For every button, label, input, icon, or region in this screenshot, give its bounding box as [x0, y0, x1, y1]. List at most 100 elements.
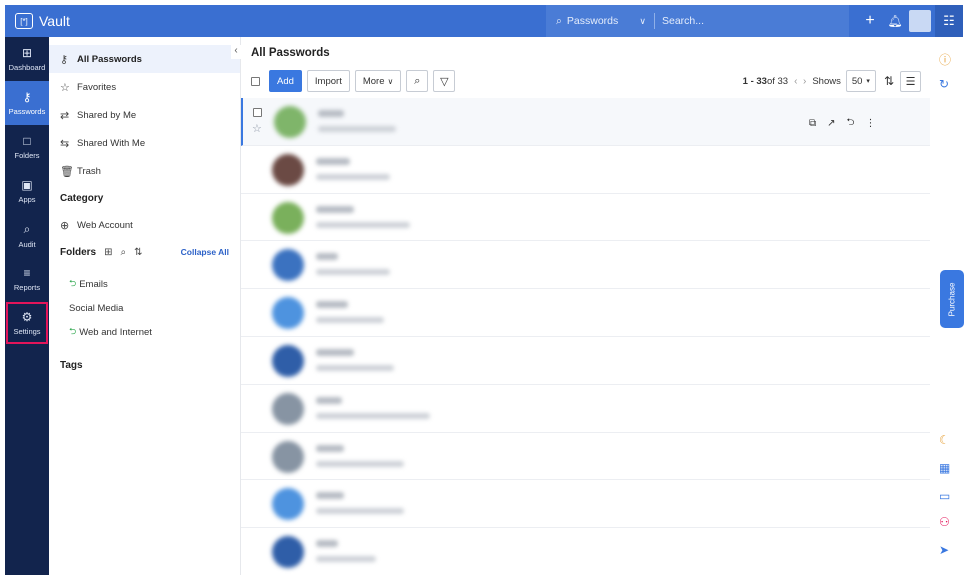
blurred-username: [316, 508, 404, 515]
copy-icon[interactable]: ⧉: [809, 118, 816, 129]
pager-arrows: ‹ ›: [794, 76, 806, 87]
collapse-all-link[interactable]: Collapse All: [181, 247, 229, 257]
menu-button[interactable]: ☰: [900, 70, 921, 92]
table-row[interactable]: [241, 528, 930, 575]
folder-item-web-and-internet[interactable]: ⮌ Web and Internet: [49, 320, 240, 344]
rail-item-folders[interactable]: □ Folders: [5, 125, 49, 169]
page-size-select[interactable]: 50 ▾: [845, 70, 876, 92]
moon-icon[interactable]: ☾: [939, 433, 950, 447]
share-icon: ⮌: [69, 278, 77, 288]
brand[interactable]: [*] Vault: [5, 13, 70, 29]
category-heading: Category: [60, 192, 104, 204]
search-icon[interactable]: ⌕: [121, 247, 127, 258]
user-support-icon[interactable]: ⚇: [939, 515, 950, 529]
avatar: [272, 536, 304, 569]
result-total: of 33: [766, 75, 789, 87]
reports-icon: ≡: [23, 266, 31, 280]
rail-item-passwords[interactable]: ⚷ Passwords: [5, 81, 49, 125]
rail-item-dashboard[interactable]: ⊞ Dashboard: [5, 37, 49, 81]
row-actions: ⧉ ↗ ⮌ ⋮: [809, 115, 887, 132]
avatar: [272, 392, 304, 425]
folder-item-emails[interactable]: ⮌ Emails: [49, 272, 240, 296]
table-row[interactable]: [241, 337, 930, 385]
add-folder-icon[interactable]: ⊞: [104, 247, 112, 258]
search-button[interactable]: ⌕: [406, 70, 429, 92]
help-icon[interactable]: ⓘ: [939, 51, 951, 68]
share-in-icon: ⇆: [60, 137, 70, 150]
avatar: [272, 440, 304, 473]
more-button[interactable]: More ∨: [354, 70, 402, 92]
folders-heading-row: Folders ⊞ ⌕ ⇅ Collapse All: [49, 239, 240, 265]
chat-icon[interactable]: ▭: [939, 489, 950, 503]
import-button[interactable]: Import: [306, 70, 350, 92]
table-row[interactable]: [241, 480, 930, 529]
apps-icon: ▣: [21, 178, 33, 192]
blurred-name: [316, 157, 350, 165]
chevron-down-icon: ▾: [866, 78, 870, 85]
category-item-label: Web Account: [77, 219, 133, 231]
table-row[interactable]: [241, 146, 930, 194]
blurred-name: [318, 110, 344, 117]
filter-button[interactable]: ▽: [433, 70, 456, 92]
table-row[interactable]: [241, 194, 930, 242]
folder-item-label: Emails: [79, 278, 108, 290]
app-grid-icon[interactable]: ☷: [935, 5, 963, 37]
nav-item-trash[interactable]: 🗑︎ Trash: [49, 157, 240, 185]
nav-item-label: All Passwords: [77, 53, 142, 65]
avatar[interactable]: [909, 10, 931, 32]
share-icon: ⮌: [69, 326, 77, 336]
rail-item-label: Reports: [13, 283, 41, 292]
table-row[interactable]: [241, 433, 930, 481]
refresh-icon[interactable]: ↻: [939, 77, 949, 91]
calendar-icon[interactable]: ▦: [939, 461, 950, 475]
sort-az-icon[interactable]: ⇅: [884, 74, 894, 88]
chevron-left-icon[interactable]: ‹: [794, 76, 797, 87]
key-icon: ⚷: [60, 53, 69, 66]
chevron-right-icon[interactable]: ›: [803, 76, 806, 87]
nav-item-favorites[interactable]: ☆ Favorites: [49, 73, 240, 101]
nav-item-shared-by-me[interactable]: ⇄ Shared by Me: [49, 101, 240, 129]
result-range: 1 - 33: [742, 75, 767, 87]
main-content: All Passwords Add Import More ∨ ⌕ ▽ 1 - …: [241, 37, 930, 575]
open-external-icon[interactable]: ↗: [827, 118, 835, 129]
folder-item-label: Social Media: [69, 302, 124, 314]
purchase-button[interactable]: Purchase: [940, 270, 964, 328]
search-scope-dropdown[interactable]: ⌕ Passwords ∨: [546, 15, 654, 28]
add-icon[interactable]: +: [857, 12, 883, 30]
select-all-checkbox[interactable]: [251, 76, 260, 86]
bell-icon[interactable]: 🔔︎: [883, 14, 907, 28]
nav-item-shared-with-me[interactable]: ⇆ Shared With Me: [49, 129, 240, 157]
avatar: [274, 106, 306, 138]
blurred-username: [316, 221, 410, 228]
search-input[interactable]: [655, 15, 849, 27]
more-vertical-icon[interactable]: ⋮: [866, 118, 876, 129]
global-search: ⌕ Passwords ∨: [546, 5, 849, 37]
blurred-name: [316, 205, 354, 213]
rail-item-label: Audit: [18, 239, 36, 249]
table-row[interactable]: ☆ ⧉ ↗ ⮌ ⋮: [241, 98, 930, 146]
sort-icon[interactable]: ⇅: [134, 247, 142, 258]
avatar: [272, 249, 304, 282]
app-title: Vault: [39, 13, 70, 29]
table-row[interactable]: [241, 241, 930, 290]
row-checkbox[interactable]: [253, 108, 262, 117]
folder-item-social-media[interactable]: Social Media: [49, 296, 240, 320]
rail-item-apps[interactable]: ▣ Apps: [5, 169, 49, 213]
add-button[interactable]: Add: [269, 70, 302, 92]
share-icon[interactable]: ⮌: [847, 115, 855, 132]
send-icon[interactable]: ➤: [939, 543, 949, 557]
globe-icon: ⊕: [60, 219, 70, 232]
blurred-username: [316, 412, 430, 419]
star-icon[interactable]: ☆: [252, 122, 262, 135]
app-window: [*] Vault ⌕ Passwords ∨ + 🔔︎ ☷ ⊞ Dashboa…: [0, 0, 965, 575]
table-row[interactable]: [241, 289, 930, 337]
collapse-panel-icon[interactable]: ‹: [231, 45, 241, 59]
category-item-web-account[interactable]: ⊕ Web Account: [49, 211, 240, 239]
rail-item-audit[interactable]: ⌕ Audit: [5, 213, 49, 257]
rail-item-reports[interactable]: ≡ Reports: [5, 257, 49, 301]
table-row[interactable]: [241, 385, 930, 433]
blurred-username: [316, 460, 404, 467]
rail-item-settings[interactable]: ⚙ Settings: [5, 301, 49, 345]
gear-icon: ⚙: [21, 310, 33, 324]
nav-item-all-passwords[interactable]: ⚷ All Passwords: [49, 45, 240, 73]
